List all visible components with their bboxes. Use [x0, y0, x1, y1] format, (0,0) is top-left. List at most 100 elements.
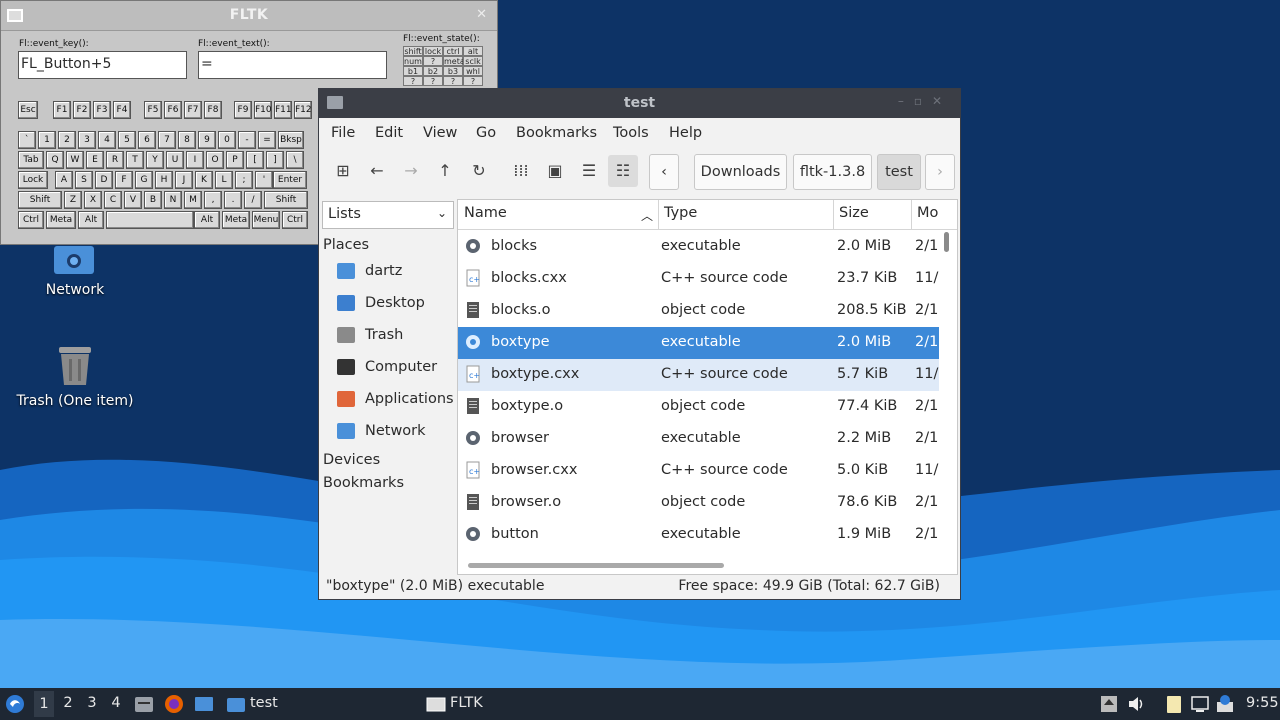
thumbnail-view-icon[interactable]: ▣ — [540, 155, 570, 187]
key-row2-2[interactable]: W — [66, 151, 84, 169]
key-row1-13[interactable]: Bksp — [278, 131, 304, 149]
taskbar-window-test[interactable]: test — [226, 688, 366, 720]
key-row5-3[interactable] — [106, 211, 194, 229]
breadcrumb-right-icon[interactable]: › — [925, 154, 955, 190]
key-row1-4[interactable]: 4 — [98, 131, 116, 149]
file-manager-window[interactable]: test –▫✕ File Edit View Go Bookmarks Too… — [318, 88, 961, 600]
key-row5-2[interactable]: Alt — [78, 211, 104, 229]
volume-icon[interactable] — [1126, 694, 1146, 714]
back-icon[interactable]: ← — [362, 155, 392, 187]
column-size[interactable]: Size — [839, 205, 869, 221]
key-row3-12[interactable]: Enter — [273, 171, 307, 189]
compact-view-icon[interactable]: ☰ — [574, 155, 604, 187]
key-row3-6[interactable]: H — [155, 171, 173, 189]
breadcrumb-left-icon[interactable]: ‹ — [649, 154, 679, 190]
menu-file[interactable]: File — [331, 125, 355, 141]
file-row[interactable]: browser.o object code 78.6 KiB 2/1 — [458, 487, 939, 519]
key-row4-0[interactable]: Shift — [18, 191, 62, 209]
key-row1-2[interactable]: 2 — [58, 131, 76, 149]
key-fn_row-10[interactable]: F10 — [254, 101, 272, 119]
key-fn_row-7[interactable]: F7 — [184, 101, 202, 119]
key-row3-3[interactable]: D — [95, 171, 113, 189]
event-key-field[interactable]: FL_Button+5 — [18, 51, 187, 79]
key-row2-13[interactable]: \ — [286, 151, 304, 169]
menu-view[interactable]: View — [423, 125, 457, 141]
key-row2-8[interactable]: I — [186, 151, 204, 169]
key-row2-9[interactable]: O — [206, 151, 224, 169]
key-row2-6[interactable]: Y — [146, 151, 164, 169]
key-row1-6[interactable]: 6 — [138, 131, 156, 149]
key-fn_row-9[interactable]: F9 — [234, 101, 252, 119]
key-row3-2[interactable]: S — [75, 171, 93, 189]
key-row5-7[interactable]: Ctrl — [282, 211, 308, 229]
file-row[interactable]: boxtype.o object code 77.4 KiB 2/1 — [458, 391, 939, 423]
key-row2-10[interactable]: P — [226, 151, 244, 169]
file-row[interactable]: c+ blocks.cxx C++ source code 23.7 KiB 11/ — [458, 263, 939, 295]
key-row1-1[interactable]: 1 — [38, 131, 56, 149]
key-fn_row-5[interactable]: F5 — [144, 101, 162, 119]
key-fn_row-4[interactable]: F4 — [113, 101, 131, 119]
up-icon[interactable]: ↑ — [430, 155, 460, 187]
key-row3-0[interactable]: Lock — [18, 171, 48, 189]
key-row2-5[interactable]: T — [126, 151, 144, 169]
workspace-1[interactable]: 1 — [34, 691, 54, 717]
menu-help[interactable]: Help — [669, 125, 702, 141]
key-row4-7[interactable]: M — [184, 191, 202, 209]
file-row[interactable]: blocks executable 2.0 MiB 2/1 — [458, 231, 939, 263]
menu-edit[interactable]: Edit — [375, 125, 403, 141]
key-row2-4[interactable]: R — [106, 151, 124, 169]
bookmarks-header[interactable]: Bookmarks — [323, 475, 404, 491]
clipboard-icon[interactable] — [1164, 694, 1184, 714]
file-list[interactable]: Name ︿ Type Size Mo blocks executable 2.0 … — [457, 199, 958, 575]
network-status-icon[interactable] — [1190, 694, 1210, 714]
side-pane-mode-select[interactable]: Lists ⌄ — [322, 201, 454, 229]
key-row1-8[interactable]: 8 — [178, 131, 196, 149]
key-fn_row-0[interactable]: Esc — [18, 101, 38, 119]
firefox-icon[interactable] — [164, 694, 184, 714]
horizontal-scrollbar[interactable] — [468, 563, 724, 568]
key-row1-7[interactable]: 7 — [158, 131, 176, 149]
key-row1-0[interactable]: ` — [18, 131, 36, 149]
menu-go[interactable]: Go — [476, 125, 496, 141]
fltk-titlebar[interactable]: FLTK ✕ — [1, 1, 497, 31]
key-row1-11[interactable]: - — [238, 131, 256, 149]
reload-icon[interactable]: ↻ — [464, 155, 494, 187]
key-fn_row-11[interactable]: F11 — [274, 101, 292, 119]
start-menu-icon[interactable] — [5, 694, 25, 714]
key-fn_row-1[interactable]: F1 — [53, 101, 71, 119]
key-row4-2[interactable]: X — [84, 191, 102, 209]
key-row4-4[interactable]: V — [124, 191, 142, 209]
window-controls[interactable]: –▫✕ — [898, 94, 952, 108]
fm-titlebar[interactable]: test –▫✕ — [319, 89, 960, 118]
devices-header[interactable]: Devices — [323, 452, 380, 468]
close-icon[interactable]: ✕ — [476, 7, 487, 22]
desktop-icon-network[interactable]: Network — [15, 246, 135, 298]
clock[interactable]: 9:55 — [1246, 695, 1279, 711]
key-row1-9[interactable]: 9 — [198, 131, 216, 149]
key-row3-1[interactable]: A — [55, 171, 73, 189]
breadcrumb-downloads[interactable]: Downloads — [694, 154, 787, 190]
show-desktop-icon[interactable] — [194, 694, 214, 714]
key-row2-0[interactable]: Tab — [18, 151, 44, 169]
file-row[interactable]: button executable 1.9 MiB 2/1 — [458, 519, 939, 551]
key-row2-11[interactable]: [ — [246, 151, 264, 169]
key-row4-5[interactable]: B — [144, 191, 162, 209]
key-row4-3[interactable]: C — [104, 191, 122, 209]
key-row3-10[interactable]: ; — [235, 171, 253, 189]
key-fn_row-8[interactable]: F8 — [204, 101, 222, 119]
key-row4-11[interactable]: Shift — [264, 191, 308, 209]
key-fn_row-3[interactable]: F3 — [93, 101, 111, 119]
key-row5-0[interactable]: Ctrl — [18, 211, 44, 229]
column-modified[interactable]: Mo — [917, 205, 938, 221]
key-row1-10[interactable]: 0 — [218, 131, 236, 149]
forward-icon[interactable]: → — [396, 155, 426, 187]
key-row4-9[interactable]: . — [224, 191, 242, 209]
breadcrumb-test[interactable]: test — [877, 154, 921, 190]
key-row2-7[interactable]: U — [166, 151, 184, 169]
workspace-3[interactable]: 3 — [82, 695, 102, 711]
event-text-field[interactable]: = — [198, 51, 387, 79]
key-row3-7[interactable]: J — [175, 171, 193, 189]
key-fn_row-12[interactable]: F12 — [294, 101, 312, 119]
key-row1-12[interactable]: = — [258, 131, 276, 149]
update-notifier-icon[interactable] — [1215, 694, 1235, 714]
